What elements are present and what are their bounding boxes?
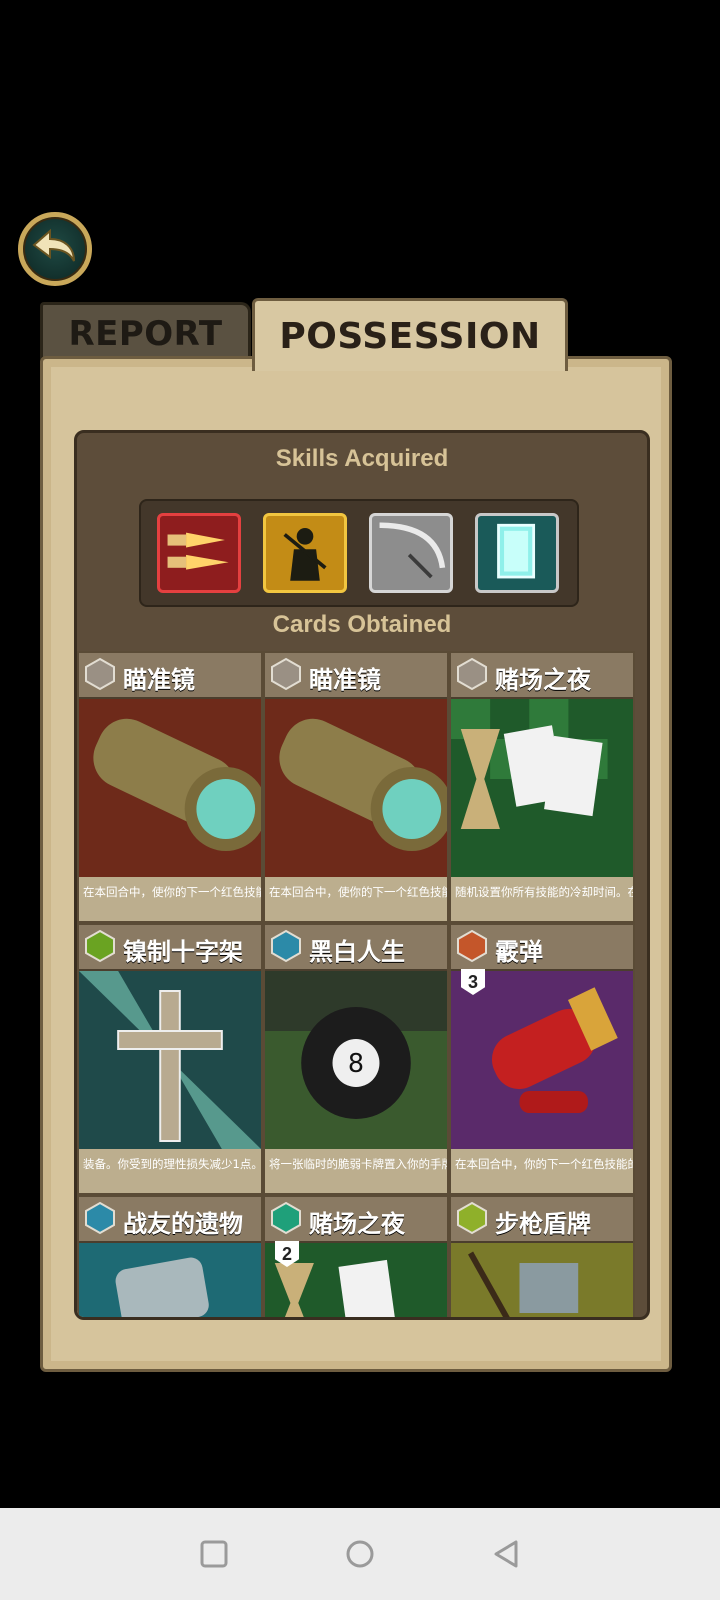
svg-text:8: 8: [348, 1049, 364, 1079]
card-description: 装备。你受到的理性损失减少1点。: [83, 1157, 261, 1171]
scope-art: [265, 699, 447, 877]
card-description: 在本回合中，使你的下一个红色技能的成功率增加50%。: [83, 885, 261, 899]
skill-slot-3[interactable]: [369, 513, 453, 593]
cards-grid: 瞄准镜 在本回合中，使你的下一个红色技能的成功率增加50%。 瞄准镜 在本回合中…: [77, 651, 647, 1317]
card-name: 瞄准镜: [123, 666, 195, 694]
soldier-icon: [283, 528, 327, 581]
skill-slot-1[interactable]: [157, 513, 241, 593]
card-scope-2[interactable]: 瞄准镜 在本回合中，使你的下一个红色技能的成功率增加50%。: [263, 651, 449, 923]
tab-report[interactable]: REPORT: [40, 302, 251, 363]
card-comrade-relic[interactable]: 战友的遗物: [77, 1195, 263, 1317]
blade-icon: [379, 522, 446, 579]
rarity-gray-icon: [83, 657, 117, 691]
card-black-white-life[interactable]: 黑白人生 8 将一张临时的脆弱卡牌置入你的手牌。: [263, 923, 449, 1195]
card-name: 瞄准镜: [309, 666, 381, 694]
card-description: 在本回合中，使你的下一个红色技能的成功率增加50%。: [269, 885, 447, 899]
eight-ball-art: 8: [265, 971, 447, 1149]
rarity-blue-icon: [83, 1201, 117, 1235]
card-name: 黑白人生: [309, 938, 405, 966]
card-nickel-cross[interactable]: 镍制十字架 装备。你受到的理性损失减少1点。: [77, 923, 263, 1195]
scope-art: [79, 699, 261, 877]
rarity-teal-icon: [269, 1201, 303, 1235]
square-icon: [200, 1540, 228, 1568]
card-casino-night[interactable]: 赌场之夜 随机设置你所有技能的冷却时间。在你成功判定一个技能后，从你的牌库抽取这…: [449, 651, 635, 923]
card-description: 将一张临时的脆弱卡牌置入你的手牌。: [269, 1157, 447, 1171]
back-button[interactable]: [18, 212, 92, 286]
back-nav-button[interactable]: [490, 1538, 522, 1570]
circle-icon: [346, 1540, 374, 1568]
tab-possession[interactable]: POSSESSION: [252, 298, 568, 371]
card-description: 随机设置你所有技能的冷却时间。在你成功判定一个技能后，从你的牌库抽取这张: [455, 885, 633, 899]
rifle-shield-art: [451, 1243, 633, 1317]
card-name: 霰弹: [495, 938, 543, 966]
rarity-orange-icon: [455, 929, 489, 963]
rarity-gray-icon: [455, 657, 489, 691]
rarity-gray-icon: [269, 657, 303, 691]
card-rifle-shield[interactable]: 步枪盾牌: [449, 1195, 635, 1317]
rarity-lime-icon: [455, 1201, 489, 1235]
card-name: 赌场之夜: [309, 1210, 405, 1238]
back-arrow-icon: [32, 228, 75, 262]
card-casino-night-2[interactable]: 赌场之夜 2: [263, 1195, 449, 1317]
skills-acquired-title: Skills Acquired: [275, 445, 449, 472]
skill-slot-2[interactable]: [263, 513, 347, 593]
card-name: 步枪盾牌: [495, 1210, 591, 1238]
skill-slot-4[interactable]: [475, 513, 559, 593]
shotgun-shell-art: [451, 971, 633, 1149]
card-name: 赌场之夜: [495, 666, 591, 694]
bullets-icon: [167, 532, 229, 570]
skills-bar: [139, 499, 579, 607]
cross-art: [79, 971, 261, 1149]
card-description: 在本回合中，你的下一个红色技能的成功率降低50%，但: [455, 1157, 633, 1171]
triangle-back-icon: [494, 1540, 518, 1568]
recents-button[interactable]: [198, 1538, 230, 1570]
home-button[interactable]: [344, 1538, 376, 1570]
glowing-card-icon: [497, 523, 536, 579]
system-nav-bar: [0, 1508, 720, 1600]
card-name: 镍制十字架: [123, 938, 243, 966]
rarity-green-icon: [83, 929, 117, 963]
cards-obtained-title: Cards Obtained: [272, 611, 452, 638]
card-name: 战友的遗物: [123, 1210, 243, 1238]
casino-art: [451, 699, 633, 877]
card-shotgun-shell[interactable]: 霰弹 3 在本回合中，你的下一个红色技能的成功率降低50%，但: [449, 923, 635, 1195]
card-scope-1[interactable]: 瞄准镜 在本回合中，使你的下一个红色技能的成功率增加50%。: [77, 651, 263, 923]
dog-tags-art: [79, 1243, 261, 1317]
rarity-blue-icon: [269, 929, 303, 963]
possession-panel: Skills Acquired Cards Obtained 瞄准镜 在本回合中…: [74, 430, 650, 1320]
